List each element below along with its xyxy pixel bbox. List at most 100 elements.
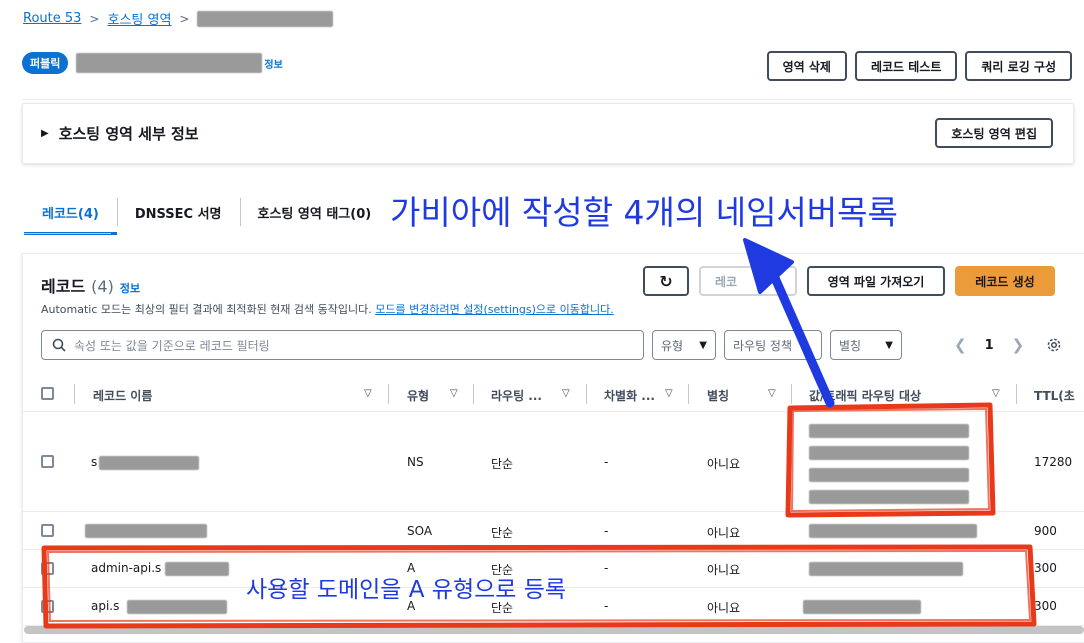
col-record-name[interactable]: 레코드 이름: [93, 387, 152, 404]
a-value-redacted: [809, 562, 963, 576]
delete-zone-button[interactable]: 영역 삭제: [766, 51, 847, 81]
nameserver-annotation: 가비아에 작성할 4개의 네임서버목록: [390, 193, 898, 232]
record-name-redacted: [99, 456, 199, 470]
col-alias[interactable]: 별칭: [707, 387, 729, 404]
col-differentiator[interactable]: 차별화 ...: [604, 387, 655, 404]
tab-records[interactable]: 레코드(4): [24, 190, 117, 235]
caret-down-icon: ▼: [885, 339, 893, 351]
soa-value-redacted: [809, 524, 977, 538]
column-divider: [688, 384, 689, 404]
alias-filter-select[interactable]: 별칭 ▼: [830, 330, 902, 360]
sort-icon[interactable]: ▽: [768, 388, 776, 399]
column-divider: [1016, 384, 1017, 404]
sort-icon[interactable]: ▽: [562, 388, 570, 399]
table-header: 레코드 이름 ▽ 유형 ▽ 라우팅 ... ▽ 차별화 ... ▽ 별칭 ▽ 값…: [23, 376, 1084, 412]
record-routing: 단순: [491, 457, 514, 471]
record-diff: -: [604, 599, 609, 613]
record-alias: 아니요: [707, 563, 741, 577]
ns-value-redacted: [809, 490, 969, 504]
table-row[interactable]: SOA 단순 - 아니요 900: [23, 512, 1084, 550]
col-type[interactable]: 유형: [407, 387, 429, 404]
breadcrumb-route53[interactable]: Route 53: [23, 11, 81, 26]
record-routing: 단순: [491, 526, 514, 540]
record-type: SOA: [407, 524, 433, 538]
current-page[interactable]: 1: [985, 338, 994, 353]
routing-filter-label: 라우팅 정책: [733, 338, 793, 353]
record-alias: 아니요: [707, 601, 741, 615]
refresh-icon: ↻: [659, 271, 673, 291]
query-logging-button[interactable]: 쿼리 로깅 구성: [965, 51, 1072, 81]
tab-dnssec[interactable]: DNSSEC 서명: [116, 190, 240, 234]
create-record-button[interactable]: 레코드 생성: [955, 266, 1055, 296]
record-ttl: 17280: [1034, 455, 1073, 469]
gear-icon[interactable]: [1046, 337, 1062, 353]
next-page-icon[interactable]: ❯: [1012, 336, 1025, 354]
details-title: 호스팅 영역 세부 정보: [58, 125, 199, 143]
sort-icon[interactable]: ▽: [665, 388, 673, 399]
caret-right-icon: ▶: [41, 128, 49, 139]
record-search-input[interactable]: 속성 또는 값을 기준으로 레코드 필터링: [41, 330, 644, 360]
record-diff: -: [604, 524, 609, 538]
column-divider: [586, 384, 587, 404]
domain-annotation: 사용할 도메인을 A 유형으로 등록: [246, 577, 567, 603]
breadcrumb-hosted-zones[interactable]: 호스팅 영역: [107, 9, 171, 28]
col-ttl[interactable]: TTL(초: [1034, 387, 1075, 404]
records-info-link[interactable]: 정보: [120, 280, 140, 296]
column-divider: [74, 384, 75, 404]
column-divider: [791, 384, 792, 404]
record-name-redacted: [85, 524, 207, 538]
record-type: NS: [407, 455, 424, 469]
import-zone-file-button[interactable]: 영역 파일 가져오기: [807, 266, 945, 296]
header-actions: 영역 삭제 레코드 테스트 쿼리 로깅 구성: [766, 51, 1072, 81]
row-checkbox[interactable]: [41, 455, 54, 468]
row-checkbox[interactable]: [41, 562, 54, 575]
select-all-checkbox[interactable]: [41, 387, 54, 400]
records-title: 레코드: [41, 277, 86, 296]
record-ttl: 300: [1034, 599, 1057, 613]
edit-hosted-zone-button[interactable]: 호스팅 영역 편집: [935, 118, 1053, 148]
a-value-redacted: [803, 600, 921, 614]
test-record-button[interactable]: 레코드 테스트: [854, 51, 958, 81]
type-filter-label: 유형: [661, 338, 684, 353]
ns-value-redacted: [809, 468, 969, 482]
records-description: Automatic 모드는 최상의 필터 결과에 최적화된 현재 검색 동작입니…: [41, 301, 614, 317]
details-expand-toggle[interactable]: ▶ 호스팅 영역 세부 정보: [41, 123, 199, 144]
table-row[interactable]: s NS 단순 - 아니요 17280: [23, 412, 1084, 512]
tabs-underline: [24, 233, 111, 234]
type-filter-select[interactable]: 유형 ▼: [652, 330, 716, 360]
records-actions: ↻ 레코 영역 파일 가져오기 레코드 생성: [643, 266, 1055, 296]
delete-record-button[interactable]: 레코: [699, 266, 797, 296]
horizontal-scrollbar[interactable]: [24, 626, 1084, 634]
refresh-button[interactable]: ↻: [643, 266, 689, 296]
breadcrumb-zone-name-redacted: [197, 10, 334, 27]
sort-icon[interactable]: ▽: [450, 388, 458, 399]
info-link[interactable]: 정보: [264, 56, 282, 71]
tab-tags[interactable]: 호스팅 영역 태그(0): [239, 190, 390, 234]
record-name-redacted: [127, 600, 227, 614]
pagination: ❮ 1 ❯: [954, 336, 1024, 354]
col-routing[interactable]: 라우팅 ...: [491, 387, 542, 404]
record-diff: -: [604, 455, 609, 469]
record-name: api.s: [91, 599, 120, 613]
filter-row: 속성 또는 값을 기준으로 레코드 필터링 유형 ▼ 라우팅 정책 별칭 ▼ ❮…: [41, 330, 1081, 360]
ns-value-redacted: [809, 446, 969, 460]
col-value[interactable]: 값/트래픽 라우팅 대상: [809, 387, 921, 404]
caret-down-icon: ▼: [699, 339, 707, 351]
hosted-zone-details-panel: ▶ 호스팅 영역 세부 정보 호스팅 영역 편집: [22, 103, 1074, 164]
record-ttl: 300: [1034, 561, 1057, 575]
record-name-redacted: [165, 562, 229, 576]
records-desc-text: Automatic 모드는 최상의 필터 결과에 최적화된 현재 검색 동작입니…: [41, 303, 372, 316]
ns-value-redacted: [809, 424, 969, 438]
routing-filter-select[interactable]: 라우팅 정책: [724, 330, 822, 360]
public-badge: 퍼블릭: [22, 52, 69, 74]
page-header: 퍼블릭 정보: [22, 52, 283, 74]
prev-page-icon[interactable]: ❮: [954, 336, 967, 354]
column-divider: [473, 384, 474, 404]
chevron-right-icon: >: [179, 11, 190, 26]
header-divider: [22, 99, 1072, 100]
row-checkbox[interactable]: [41, 524, 54, 537]
settings-link[interactable]: 모드를 변경하려면 설정(settings)으로 이동합니다.: [375, 303, 613, 316]
sort-icon[interactable]: ▽: [992, 388, 1000, 399]
row-checkbox[interactable]: [41, 600, 54, 613]
sort-icon[interactable]: ▽: [364, 388, 372, 399]
